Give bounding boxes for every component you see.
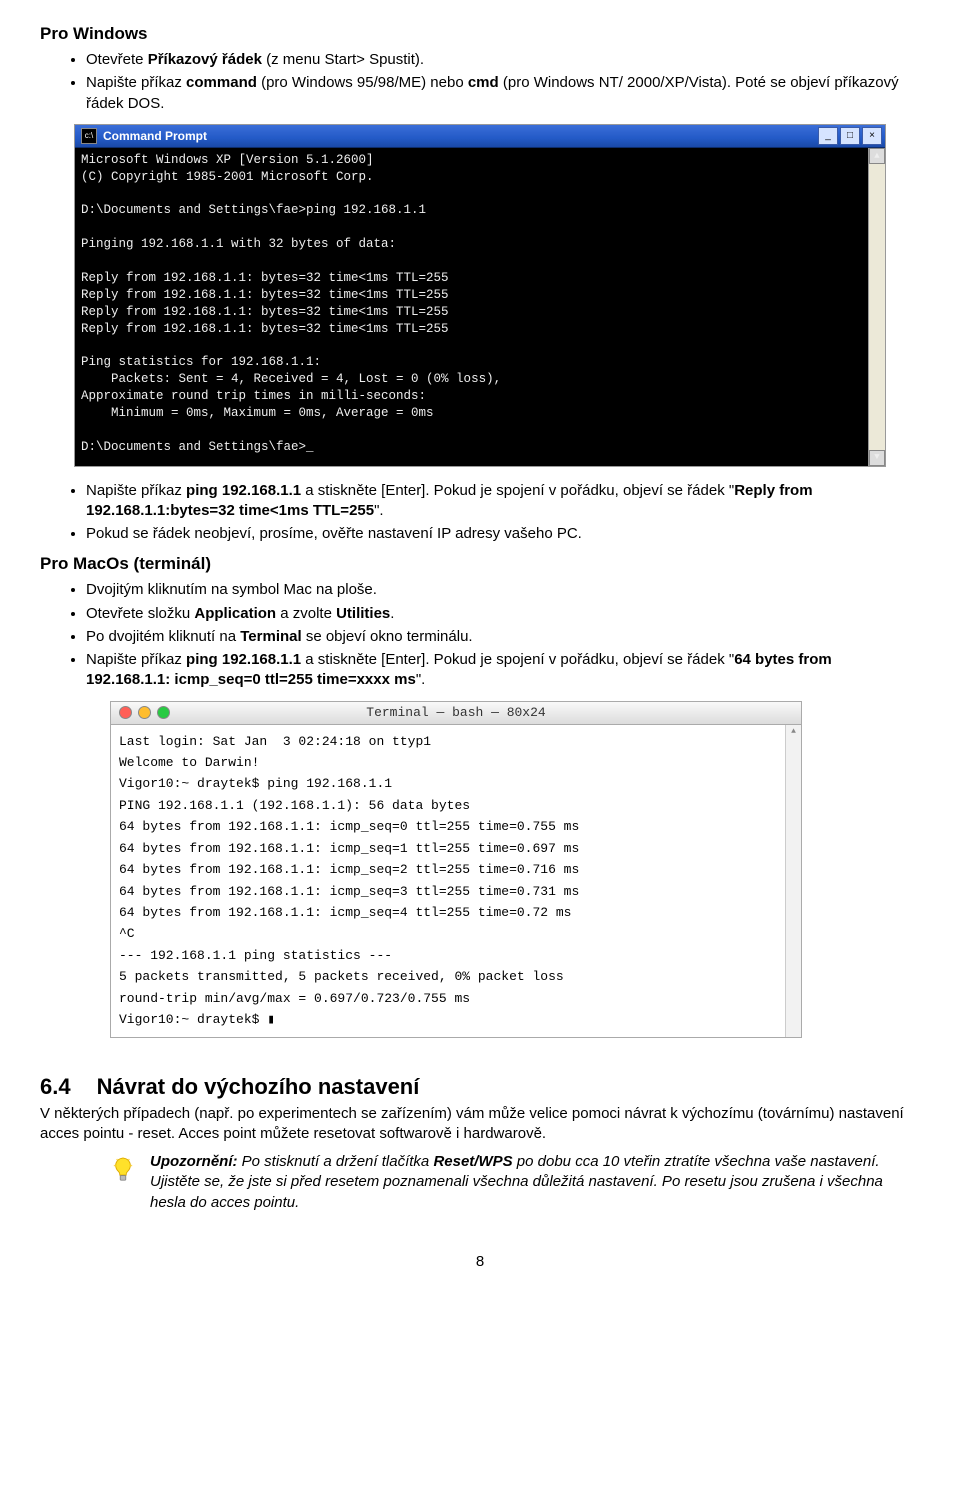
text: Otevřete složku xyxy=(86,605,194,622)
page-number: 8 xyxy=(40,1253,920,1270)
text: (z menu Start> Spustit). xyxy=(262,51,424,68)
mac-terminal-window: Terminal — bash — 80x24 Last login: Sat … xyxy=(110,701,802,1038)
section-number: 6.4 xyxy=(40,1074,71,1100)
lightbulb-icon xyxy=(110,1156,136,1186)
window-title: Terminal — bash — 80x24 xyxy=(111,705,801,720)
text-bold: Příkazový řádek xyxy=(148,51,262,68)
scrollbar[interactable] xyxy=(785,725,801,1037)
list-item: Otevřete Příkazový řádek (z menu Start> … xyxy=(86,50,920,70)
scroll-down-icon[interactable]: ▼ xyxy=(869,450,885,466)
paragraph: V některých případech (např. po experime… xyxy=(40,1104,920,1145)
text: a zvolte xyxy=(276,605,336,622)
command-prompt-window: c:\ Command Prompt _ □ × Microsoft Windo… xyxy=(74,124,886,467)
list-item: Napište příkaz ping 192.168.1.1 a stiskn… xyxy=(86,650,920,691)
text: Dvojitým kliknutím na symbol Mac na ploš… xyxy=(86,581,377,598)
text-bold: Terminal xyxy=(240,628,301,645)
text: Pokud se řádek neobjeví, prosíme, ověřte… xyxy=(86,525,582,542)
text-bold: Reset/WPS xyxy=(433,1153,512,1170)
text: a stiskněte [Enter]. Pokud je spojení v … xyxy=(301,651,734,668)
heading-6-4: 6.4 Návrat do výchozího nastavení xyxy=(40,1074,920,1100)
minimize-icon[interactable]: _ xyxy=(818,127,838,145)
scroll-up-icon[interactable]: ▲ xyxy=(869,148,885,164)
note-text: Upozornění: Po stisknutí a držení tlačít… xyxy=(150,1152,920,1213)
command-output: Microsoft Windows XP [Version 5.1.2600] … xyxy=(75,148,885,466)
heading-pro-windows: Pro Windows xyxy=(40,24,920,44)
text: Po stisknutí a držení tlačítka xyxy=(238,1153,434,1170)
text: ". xyxy=(416,671,426,688)
list-item: Po dvojitém kliknutí na Terminal se obje… xyxy=(86,627,920,647)
text: . xyxy=(390,605,394,622)
text-bold: command xyxy=(186,74,257,91)
list-item: Napište příkaz command (pro Windows 95/9… xyxy=(86,73,920,114)
text-bold: ping 192.168.1.1 xyxy=(186,482,301,499)
list-item: Otevřete složku Application a zvolte Uti… xyxy=(86,604,920,624)
list-item: Pokud se řádek neobjeví, prosíme, ověřte… xyxy=(86,524,920,544)
close-icon[interactable]: × xyxy=(862,127,882,145)
text-bold: cmd xyxy=(468,74,499,91)
text-bold: Application xyxy=(194,605,276,622)
text: (pro Windows 95/98/ME) nebo xyxy=(257,74,468,91)
window-titlebar: Terminal — bash — 80x24 xyxy=(111,702,801,725)
terminal-icon: c:\ xyxy=(81,128,97,144)
list-item: Napište příkaz ping 192.168.1.1 a stiskn… xyxy=(86,481,920,522)
text: Po dvojitém kliknutí na xyxy=(86,628,240,645)
text: se objeví okno terminálu. xyxy=(302,628,473,645)
text: Otevřete xyxy=(86,51,148,68)
window-titlebar: c:\ Command Prompt _ □ × xyxy=(75,125,885,148)
scrollbar[interactable]: ▲ ▼ xyxy=(868,148,885,466)
text-bold: ping 192.168.1.1 xyxy=(186,651,301,668)
window-title: Command Prompt xyxy=(103,129,818,143)
text: Napište příkaz xyxy=(86,651,186,668)
heading-pro-macos: Pro MacOs (terminál) xyxy=(40,554,920,574)
section-title: Návrat do výchozího nastavení xyxy=(97,1074,420,1100)
text-bold: Utilities xyxy=(336,605,390,622)
text: a stiskněte [Enter]. Pokud je spojení v … xyxy=(301,482,734,499)
list-item: Dvojitým kliknutím na symbol Mac na ploš… xyxy=(86,580,920,600)
maximize-icon[interactable]: □ xyxy=(840,127,860,145)
text: ". xyxy=(374,502,384,519)
text: Napište příkaz xyxy=(86,74,186,91)
text: Napište příkaz xyxy=(86,482,186,499)
terminal-output: Last login: Sat Jan 3 02:24:18 on ttyp1 … xyxy=(111,725,801,1037)
text-bold: Upozornění: xyxy=(150,1153,238,1170)
